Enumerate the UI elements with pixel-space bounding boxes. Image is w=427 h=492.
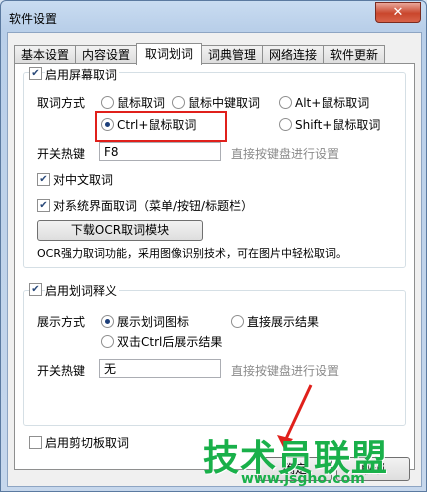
enable-screen-capture-label: 启用屏幕取词 [45,66,120,83]
selection-group [23,290,406,426]
radio-ctrl-capture-label: Ctrl+鼠标取词 [117,118,197,132]
system-ui-capture-checkbox[interactable]: ✔ [37,199,50,212]
chinese-capture-label: 对中文取词 [53,173,114,187]
radio-show-result[interactable] [231,315,244,328]
system-ui-capture-label: 对系统界面取词（菜单/按钮/标题栏） [53,199,254,213]
radio-middle-button-capture[interactable] [172,96,185,109]
radio-middle-button-capture-label: 鼠标中键取词 [188,96,261,110]
radio-alt-capture[interactable] [279,96,292,109]
tab-network[interactable]: 网络连接 [262,45,324,64]
tab-content[interactable]: 内容设置 [75,45,137,64]
display-mode-label: 展示方式 [37,315,86,329]
close-button[interactable]: ✕ [375,2,421,23]
capture-method-label: 取词方式 [37,96,86,110]
chinese-capture-checkbox[interactable]: ✔ [37,173,50,186]
radio-mouse-capture-label: 鼠标取词 [117,96,166,110]
capture-hotkey-input[interactable]: F8 [99,142,221,161]
enable-selection-checkbox[interactable]: ✔ [29,283,42,296]
settings-window: 软件设置 ✕ 基本设置 内容设置 取词划词 词典管理 网络连接 软件更新 ✔ 启… [0,0,427,492]
radio-shift-capture[interactable] [279,118,292,131]
radio-show-icon-label: 展示划词图标 [117,315,190,329]
radio-show-result-label: 直接展示结果 [247,315,320,329]
radio-double-ctrl-label: 双击Ctrl后展示结果 [117,335,223,349]
radio-ctrl-capture[interactable] [101,118,114,131]
radio-alt-capture-label: Alt+鼠标取词 [295,96,370,110]
enable-selection-label: 启用划词释义 [45,282,120,299]
tab-update[interactable]: 软件更新 [323,45,385,64]
watermark-url: www.jsgho.com [241,471,365,487]
selection-hotkey-label: 开关热键 [37,364,86,378]
dialog-body: 基本设置 内容设置 取词划词 词典管理 网络连接 软件更新 ✔ 启用屏幕取词 取… [7,32,422,487]
radio-double-ctrl[interactable] [101,335,114,348]
clipboard-capture-checkbox[interactable] [29,436,42,449]
radio-shift-capture-label: Shift+鼠标取词 [295,118,381,132]
clipboard-capture-label: 启用剪切板取词 [45,436,130,450]
title-bar: 软件设置 ✕ [1,1,426,33]
capture-panel: ✔ 启用屏幕取词 取词方式 鼠标取词 鼠标中键取词 Alt+鼠标取词 Ctrl+… [14,63,415,470]
radio-mouse-capture[interactable] [101,96,114,109]
selection-hotkey-hint: 直接按键盘进行设置 [231,364,340,378]
tab-dictionary[interactable]: 词典管理 [201,45,263,64]
enable-screen-capture-checkbox[interactable]: ✔ [29,67,42,80]
download-ocr-button[interactable]: 下载OCR取词模块 [37,220,203,241]
radio-show-icon[interactable] [101,315,114,328]
selection-hotkey-input[interactable]: 无 [99,359,221,378]
capture-hotkey-hint: 直接按键盘进行设置 [231,147,340,161]
tab-basic[interactable]: 基本设置 [14,45,76,64]
capture-hotkey-label: 开关热键 [37,147,86,161]
ocr-note: OCR强力取词功能，采用图像识别技术，可在图片中轻松取词。 [37,247,347,260]
tab-capture[interactable]: 取词划词 [136,43,202,65]
window-title: 软件设置 [9,12,58,26]
